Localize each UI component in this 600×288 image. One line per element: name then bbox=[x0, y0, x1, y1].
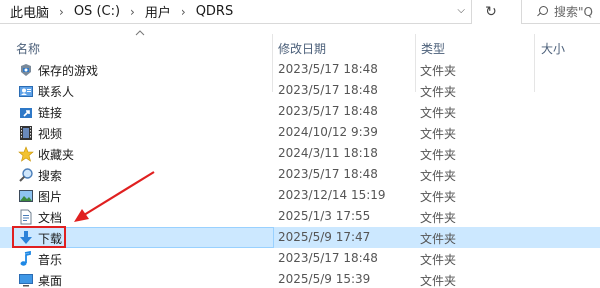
folder-row-saved-games[interactable]: 保存的游戏 2023/5/17 18:48 文件夹 bbox=[0, 59, 600, 80]
breadcrumb-users[interactable]: 用户 bbox=[145, 2, 171, 21]
address-history-chevron-down-icon[interactable]: ⌵ bbox=[457, 5, 465, 16]
folder-date: 2023/5/17 18:48 bbox=[278, 83, 378, 97]
desktop-icon bbox=[19, 274, 33, 287]
folder-row-searches[interactable]: 搜索 2023/5/17 18:48 文件夹 bbox=[0, 164, 600, 185]
folder-date: 2024/3/11 18:18 bbox=[278, 146, 378, 160]
breadcrumb-separator-icon[interactable]: › bbox=[130, 5, 135, 19]
folder-name: 下载 bbox=[38, 232, 63, 246]
column-header-size[interactable]: 大小 bbox=[541, 40, 565, 57]
folder-type: 文件夹 bbox=[420, 211, 457, 225]
contacts-icon bbox=[19, 86, 33, 97]
refresh-icon[interactable]: ↻ bbox=[478, 0, 504, 24]
search-icon bbox=[536, 5, 548, 18]
folder-type: 文件夹 bbox=[420, 64, 457, 78]
folder-name: 链接 bbox=[38, 106, 63, 120]
music-note-icon bbox=[20, 251, 31, 266]
folder-row-documents[interactable]: 文档 2025/1/3 17:55 文件夹 bbox=[0, 206, 600, 227]
videos-icon bbox=[20, 126, 32, 140]
folder-type: 文件夹 bbox=[420, 232, 457, 246]
documents-icon bbox=[20, 209, 32, 225]
folder-date: 2024/10/12 9:39 bbox=[278, 125, 378, 139]
folder-row-favorites[interactable]: 收藏夹 2024/3/11 18:18 文件夹 bbox=[0, 143, 600, 164]
folder-type: 文件夹 bbox=[420, 274, 457, 288]
column-header-name[interactable]: 名称 bbox=[16, 40, 40, 57]
saved-games-icon bbox=[21, 64, 31, 76]
breadcrumb-this-pc[interactable]: 此电脑 bbox=[10, 2, 49, 21]
folder-row-desktop[interactable]: 桌面 2025/5/9 15:39 文件夹 bbox=[0, 269, 600, 288]
folder-date: 2023/5/17 18:48 bbox=[278, 104, 378, 118]
folder-name: 保存的游戏 bbox=[38, 64, 99, 78]
folder-date: 2023/12/14 15:19 bbox=[278, 188, 386, 202]
folder-row-contacts[interactable]: 联系人 2023/5/17 18:48 文件夹 bbox=[0, 80, 600, 101]
folder-name: 视频 bbox=[38, 127, 63, 141]
folder-type: 文件夹 bbox=[420, 85, 457, 99]
folder-name: 联系人 bbox=[38, 85, 75, 99]
folder-type: 文件夹 bbox=[420, 127, 457, 141]
folder-date: 2023/5/17 18:48 bbox=[278, 62, 378, 76]
breadcrumb-separator-icon[interactable]: › bbox=[181, 5, 186, 19]
links-icon bbox=[20, 108, 32, 118]
file-list: 保存的游戏 2023/5/17 18:48 文件夹 联系人 2023/5/17 … bbox=[0, 59, 600, 288]
folder-date: 2023/5/17 18:48 bbox=[278, 167, 378, 181]
folder-date: 2025/5/9 17:47 bbox=[278, 230, 371, 244]
searches-magnifier-icon bbox=[19, 168, 33, 182]
folder-row-videos[interactable]: 视频 2024/10/12 9:39 文件夹 bbox=[0, 122, 600, 143]
folder-type: 文件夹 bbox=[420, 148, 457, 162]
breadcrumb-separator-icon[interactable]: › bbox=[59, 5, 64, 19]
folder-name: 搜索 bbox=[38, 169, 63, 183]
folder-row-music[interactable]: 音乐 2023/5/17 18:48 文件夹 bbox=[0, 248, 600, 269]
search-box[interactable]: 搜索"Q bbox=[521, 0, 600, 24]
sort-ascending-chevron-icon bbox=[135, 30, 145, 36]
favorites-star-icon bbox=[18, 146, 34, 162]
column-header-date[interactable]: 修改日期 bbox=[278, 40, 326, 57]
folder-date: 2025/5/9 15:39 bbox=[278, 272, 371, 286]
folder-type: 文件夹 bbox=[420, 169, 457, 183]
folder-type: 文件夹 bbox=[420, 190, 457, 204]
folder-type: 文件夹 bbox=[420, 106, 457, 120]
folder-row-pictures[interactable]: 图片 2023/12/14 15:19 文件夹 bbox=[0, 185, 600, 206]
search-placeholder: 搜索"Q bbox=[554, 5, 593, 19]
downloads-arrow-icon bbox=[20, 231, 32, 244]
address-toolbar: 此电脑 › OS (C:) › 用户 › QDRS ⌵ ↻ 搜索"Q bbox=[0, 0, 600, 26]
folder-row-downloads[interactable]: 下载 2025/5/9 17:47 文件夹 bbox=[0, 227, 600, 248]
folder-name: 桌面 bbox=[38, 274, 63, 288]
breadcrumb-user-folder[interactable]: QDRS bbox=[196, 4, 234, 19]
folder-name: 文档 bbox=[38, 211, 63, 225]
folder-name: 音乐 bbox=[38, 253, 63, 267]
breadcrumb-drive[interactable]: OS (C:) bbox=[74, 4, 120, 19]
pictures-icon bbox=[19, 190, 33, 202]
column-header-type[interactable]: 类型 bbox=[421, 40, 445, 57]
folder-date: 2023/5/17 18:48 bbox=[278, 251, 378, 265]
folder-type: 文件夹 bbox=[420, 253, 457, 267]
folder-name: 收藏夹 bbox=[38, 148, 75, 162]
folder-name: 图片 bbox=[38, 190, 63, 204]
folder-row-links[interactable]: 链接 2023/5/17 18:48 文件夹 bbox=[0, 101, 600, 122]
folder-date: 2025/1/3 17:55 bbox=[278, 209, 371, 223]
address-bar[interactable]: 此电脑 › OS (C:) › 用户 › QDRS ⌵ bbox=[0, 0, 472, 24]
column-header: 名称 修改日期 类型 大小 bbox=[0, 34, 600, 58]
